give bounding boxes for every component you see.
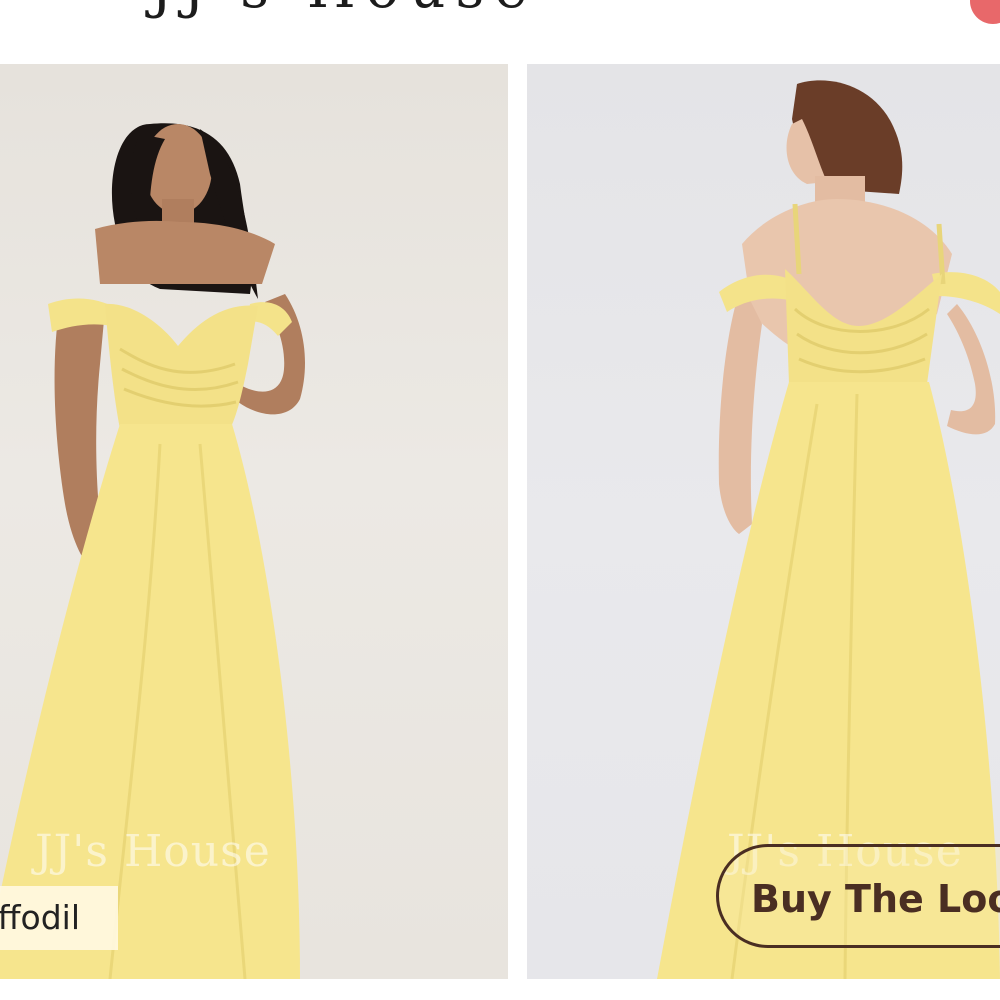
color-name-text: Daffodil (0, 898, 80, 937)
product-image-back[interactable]: JJ's House (527, 64, 1000, 979)
site-logo[interactable]: JJ's House (150, 0, 537, 21)
watermark-front: JJ's House (35, 826, 271, 877)
site-header: JJ's House (0, 0, 1000, 60)
product-image-front[interactable]: JJ's House (0, 64, 508, 979)
cart-badge-icon[interactable] (970, 0, 1000, 24)
buy-the-look-label: Buy The Look (751, 877, 1000, 921)
product-page: JJ's House JJ's House ffodil Buy The Lo (0, 0, 1000, 1000)
buy-the-look-button[interactable]: Buy The Look (716, 844, 1000, 948)
color-name-label: Daffodil (0, 886, 118, 950)
